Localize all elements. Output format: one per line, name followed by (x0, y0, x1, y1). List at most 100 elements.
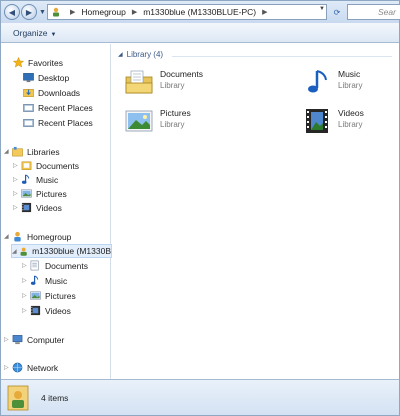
user-avatar-icon (20, 247, 27, 256)
library-item-videos[interactable]: Videos Library (302, 108, 364, 134)
group-header-label: Library (4) (126, 50, 164, 59)
nav-item-label: Music (45, 275, 68, 286)
organize-button[interactable]: Organize ▼ (13, 28, 56, 38)
expand-arrow-icon[interactable]: ▷ (22, 292, 30, 299)
nav-item-hg-pictures[interactable]: ▷ Pictures (22, 290, 76, 301)
collapse-arrow-icon[interactable]: ◢ (4, 233, 12, 240)
videos-icon (30, 305, 41, 316)
expand-arrow-icon[interactable]: ▷ (13, 190, 21, 197)
nav-item-hg-music[interactable]: ▷ Music (22, 275, 67, 286)
nav-item-label: Pictures (45, 290, 76, 301)
status-bar: 4 items (1, 379, 399, 415)
desktop-icon (23, 73, 34, 83)
libraries-icon (12, 146, 23, 157)
expand-arrow-icon[interactable]: ▷ (4, 336, 12, 343)
library-type: Library (338, 120, 363, 129)
nav-homegroup-member-label: m1330blue (M1330B (32, 246, 111, 256)
search-placeholder: Sear (378, 7, 396, 17)
nav-libraries[interactable]: ◢ Libraries (4, 146, 60, 157)
library-name: Music (338, 69, 361, 79)
nav-item-recent-places[interactable]: Recent Places (23, 102, 93, 113)
expand-arrow-icon[interactable]: ▷ (22, 262, 30, 269)
explorer-window: ◀ ▶ ▼ ▶ Homegroup ▶ m1330blue (M1330BLUE… (0, 0, 400, 416)
expand-arrow-icon[interactable]: ▷ (22, 277, 30, 284)
nav-item-hg-documents[interactable]: ▷ Documents (22, 260, 88, 271)
nav-item-desktop[interactable]: Desktop (23, 72, 69, 83)
recent-places-icon (23, 104, 34, 112)
address-history-chevron-icon[interactable]: ▼ (319, 6, 325, 12)
videos-icon (21, 202, 32, 213)
documents-icon (30, 260, 39, 271)
documents-icon (21, 161, 32, 170)
nav-item-hg-videos[interactable]: ▷ Videos (22, 305, 71, 316)
nav-libraries-label: Libraries (27, 146, 60, 157)
refresh-icon[interactable]: ⟳ (330, 5, 344, 19)
music-library-icon (308, 70, 327, 93)
search-input[interactable]: Sear (347, 4, 400, 20)
expand-arrow-icon[interactable]: ▷ (4, 364, 12, 371)
music-icon (30, 275, 39, 285)
collapse-arrow-icon[interactable]: ◢ (4, 148, 12, 155)
expand-arrow-icon[interactable]: ▷ (13, 162, 21, 169)
breadcrumb-homegroup[interactable]: Homegroup (81, 7, 125, 17)
library-item-pictures[interactable]: Pictures Library (124, 108, 191, 134)
downloads-folder-icon (23, 89, 34, 97)
nav-item-label: Videos (36, 202, 62, 213)
nav-computer[interactable]: ▷ Computer (4, 334, 64, 345)
nav-item-label: Downloads (38, 87, 81, 98)
group-header[interactable]: ◢ Library (4) (118, 50, 163, 59)
nav-item-label: Documents (45, 260, 88, 271)
breadcrumb-computer[interactable]: m1330blue (M1330BLUE-PC) (143, 7, 256, 17)
nav-item-documents[interactable]: ▷ Documents (13, 160, 79, 171)
organize-label: Organize (13, 27, 48, 38)
nav-item-pictures[interactable]: ▷ Pictures (13, 188, 67, 199)
expand-arrow-icon[interactable]: ▷ (13, 204, 21, 211)
videos-library-icon (306, 109, 328, 133)
nav-item-recent-places[interactable]: Recent Places (23, 117, 93, 128)
nav-item-videos[interactable]: ▷ Videos (13, 202, 62, 213)
nav-homegroup-member[interactable]: ◢ m1330blue (M1330B (11, 244, 112, 258)
nav-item-downloads[interactable]: Downloads (23, 87, 80, 98)
library-type: Library (160, 120, 185, 129)
nav-favorites[interactable]: Favorites (13, 57, 63, 68)
library-name: Videos (338, 108, 364, 118)
address-field[interactable]: ▶ Homegroup ▶ m1330blue (M1330BLUE-PC) ▶ (47, 4, 327, 20)
pictures-icon (30, 291, 41, 300)
breadcrumb-separator[interactable]: ▶ (70, 8, 75, 16)
star-icon (13, 57, 24, 68)
command-toolbar: Organize ▼ (1, 23, 399, 43)
library-item-documents[interactable]: Documents Library (124, 69, 203, 95)
collapse-arrow-icon[interactable]: ◢ (118, 51, 123, 58)
recent-places-icon (23, 119, 34, 127)
chevron-down-icon: ▼ (50, 31, 57, 38)
library-type: Library (338, 81, 363, 90)
address-bar-row: ◀ ▶ ▼ ▶ Homegroup ▶ m1330blue (M1330BLUE… (1, 1, 400, 23)
library-type: Library (160, 81, 185, 90)
breadcrumb-separator[interactable]: ▶ (132, 8, 137, 16)
back-button[interactable]: ◀ (4, 4, 20, 20)
computer-icon (12, 335, 23, 345)
nav-item-music[interactable]: ▷ Music (13, 174, 58, 185)
library-name: Pictures (160, 108, 191, 118)
pictures-library-icon (125, 110, 153, 132)
nav-favorites-label: Favorites (28, 57, 63, 68)
nav-item-label: Music (36, 174, 59, 185)
navigation-pane: Favorites Desktop Downloads Recent Place… (1, 44, 112, 379)
library-name: Documents (160, 69, 203, 79)
breadcrumb-separator[interactable]: ▶ (262, 8, 267, 16)
recent-pages-dropdown-icon[interactable]: ▼ (39, 9, 46, 16)
forward-button[interactable]: ▶ (21, 4, 37, 20)
nav-item-label: Videos (45, 305, 71, 316)
expand-arrow-icon[interactable]: ▷ (13, 176, 21, 183)
nav-network-label: Network (27, 362, 59, 373)
library-item-music[interactable]: Music Library (302, 69, 362, 95)
documents-library-icon (125, 70, 153, 94)
collapse-arrow-icon[interactable]: ◢ (12, 248, 19, 255)
expand-arrow-icon[interactable]: ▷ (22, 307, 30, 314)
nav-network[interactable]: ▷ Network (4, 362, 58, 373)
group-divider (172, 56, 392, 57)
nav-homegroup[interactable]: ◢ Homegroup (4, 231, 71, 242)
nav-item-label: Desktop (38, 72, 70, 83)
nav-computer-label: Computer (27, 334, 65, 345)
music-icon (21, 174, 30, 184)
